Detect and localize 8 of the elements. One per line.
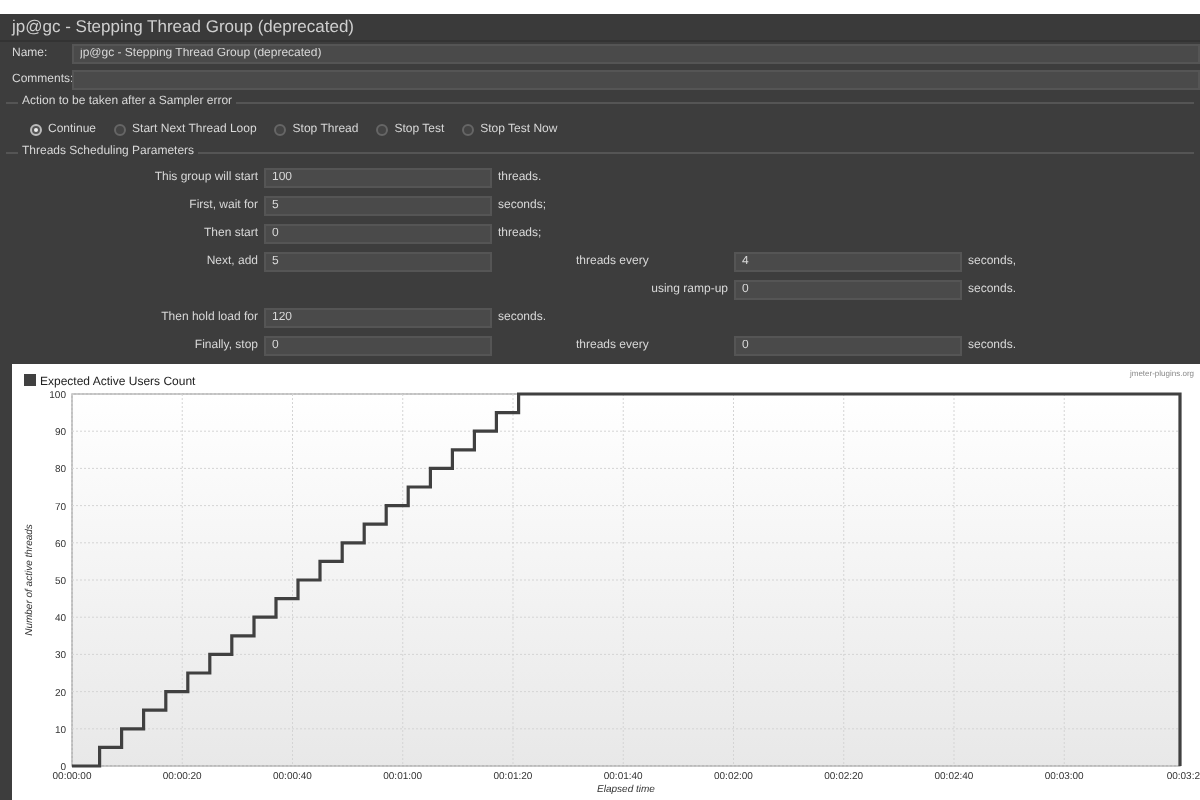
window-title: jp@gc - Stepping Thread Group (deprecated) <box>0 14 1200 42</box>
radio-icon[interactable] <box>114 124 127 136</box>
radio-icon[interactable] <box>30 124 42 136</box>
radio-icon[interactable] <box>462 124 475 136</box>
comments-field[interactable] <box>72 69 1200 90</box>
radio-icon[interactable] <box>376 124 389 136</box>
legend-swatch <box>24 374 36 386</box>
radio-icon[interactable] <box>274 124 287 136</box>
